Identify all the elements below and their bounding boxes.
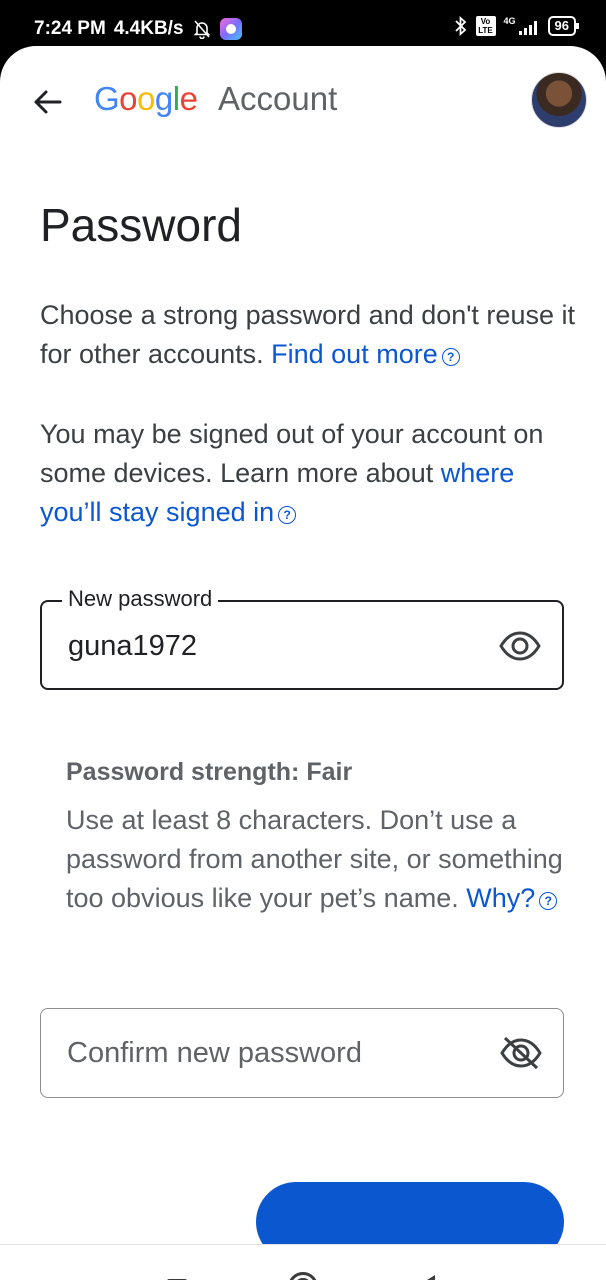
bell-off-icon [193,20,210,39]
eye-off-icon[interactable] [499,1035,543,1071]
intro-paragraph: Choose a strong password and don't reuse… [40,296,580,374]
status-speed: 4.4KB/s [113,18,184,39]
app-screen: Google Account Password Choose a strong … [0,46,606,1280]
account-word: Account [218,80,338,117]
logo-letter: l [172,80,180,117]
confirm-password-placeholder: Confirm new password [67,1037,362,1069]
logo-letter: o [119,80,138,117]
page-title: Password [40,199,242,251]
logo-letter: e [179,80,198,117]
new-password-field[interactable]: New password guna1972 [40,586,564,690]
help-circle-icon[interactable]: ? [441,348,460,366]
volte-icon: Vo LTE [475,16,496,36]
back-triangle-icon[interactable] [416,1275,435,1280]
help-circle-icon[interactable]: ? [278,506,297,524]
network-type: 4G [504,16,540,36]
status-right: Vo LTE 4G 96 [454,16,580,36]
logo-letter: G [94,80,120,117]
battery-icon: 96 [547,16,580,36]
logo-letter: o [137,80,155,117]
bluetooth-icon [454,16,466,36]
new-password-value[interactable]: guna1972 [68,630,197,663]
app-bar: Google Account [0,46,606,156]
password-strength: Password strength: Fair Use at least 8 c… [66,758,566,918]
status-bar: 7:24 PM 4.4KB/s Vo LTE 4G 96 [0,0,606,52]
home-circle-icon[interactable] [288,1272,318,1280]
app-notification-icon [219,18,242,40]
system-nav-bar [0,1244,606,1280]
avatar[interactable] [531,72,587,128]
new-password-label: New password [62,586,219,612]
strength-title: Password strength: Fair [66,758,353,786]
strength-text-block: Use at least 8 characters. Don’t use a p… [66,801,566,918]
find-out-more-link[interactable]: Find out more [271,339,438,369]
back-arrow-icon[interactable] [28,82,68,122]
confirm-password-field[interactable]: Confirm new password [40,1008,564,1098]
help-circle-icon[interactable]: ? [539,892,558,910]
signal-icon [518,21,537,35]
signout-paragraph: You may be signed out of your account on… [40,415,580,532]
logo-letter: g [154,80,173,117]
google-logo: Google [94,80,198,118]
status-time: 7:24 PM [34,18,106,39]
status-left: 7:24 PM 4.4KB/s [34,18,242,40]
eye-icon[interactable] [498,628,542,664]
why-link[interactable]: Why? [466,883,535,913]
